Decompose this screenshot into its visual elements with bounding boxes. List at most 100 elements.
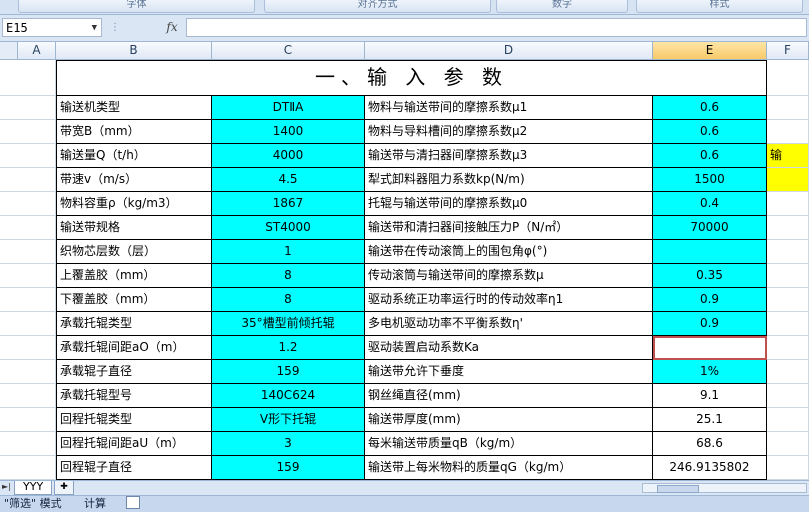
sheet-tab-yyy[interactable]: YYY (14, 481, 53, 495)
cell-a-13[interactable] (0, 384, 56, 408)
row-label-8[interactable]: 上覆盖胶（mm） (56, 264, 212, 288)
row-label-13[interactable]: 承载托辊型号 (56, 384, 212, 408)
param-value-2[interactable]: 0.6 (653, 120, 767, 144)
param-value-14[interactable]: 25.1 (653, 408, 767, 432)
formula-input[interactable] (186, 18, 807, 37)
param-label-3[interactable]: 输送带与清扫器间摩擦系数μ3 (365, 144, 653, 168)
cell-a-12[interactable] (0, 360, 56, 384)
cell-f-9[interactable] (767, 288, 809, 312)
cell-f-title[interactable] (767, 60, 809, 96)
cell-a-2[interactable] (0, 120, 56, 144)
cell-f-4[interactable] (767, 168, 809, 192)
param-label-9[interactable]: 驱动系统正功率运行时的传动效率η1 (365, 288, 653, 312)
cell-f-12[interactable] (767, 360, 809, 384)
column-header-a[interactable]: A (18, 42, 56, 60)
param-value-3[interactable]: 0.6 (653, 144, 767, 168)
row-value-16[interactable]: 159 (212, 456, 365, 480)
param-value-7[interactable] (653, 240, 767, 264)
chevron-down-icon[interactable]: ▼ (92, 19, 97, 38)
param-value-8[interactable]: 0.35 (653, 264, 767, 288)
param-value-11[interactable] (653, 336, 767, 360)
param-label-14[interactable]: 输送带厚度(mm) (365, 408, 653, 432)
ribbon-group-styles[interactable]: 样式 (636, 0, 803, 13)
row-value-4[interactable]: 4.5 (212, 168, 365, 192)
param-label-12[interactable]: 输送带允许下垂度 (365, 360, 653, 384)
cell-a-3[interactable] (0, 144, 56, 168)
param-label-6[interactable]: 输送带和清扫器间接触压力P（N/㎡） (365, 216, 653, 240)
param-value-5[interactable]: 0.4 (653, 192, 767, 216)
scrollbar-thumb[interactable] (657, 485, 699, 493)
param-value-9[interactable]: 0.9 (653, 288, 767, 312)
column-header-b[interactable]: B (56, 42, 212, 60)
row-value-6[interactable]: ST4000 (212, 216, 365, 240)
param-label-7[interactable]: 输送带在传动滚筒上的围包角φ(°) (365, 240, 653, 264)
splitter-icon[interactable]: ⋮ (110, 20, 120, 35)
param-label-10[interactable]: 多电机驱动功率不平衡系数η' (365, 312, 653, 336)
row-label-16[interactable]: 回程辊子直径 (56, 456, 212, 480)
cell-f-6[interactable] (767, 216, 809, 240)
param-label-1[interactable]: 物料与输送带间的摩擦系数μ1 (365, 96, 653, 120)
cell-a-10[interactable] (0, 312, 56, 336)
cell-f-11[interactable] (767, 336, 809, 360)
param-value-13[interactable]: 9.1 (653, 384, 767, 408)
row-label-14[interactable]: 回程托辊类型 (56, 408, 212, 432)
cell-f-7[interactable] (767, 240, 809, 264)
param-value-1[interactable]: 0.6 (653, 96, 767, 120)
tab-nav-icon[interactable]: ►| (2, 482, 11, 491)
cell-a-14[interactable] (0, 408, 56, 432)
cell-a-6[interactable] (0, 216, 56, 240)
row-label-12[interactable]: 承载辊子直径 (56, 360, 212, 384)
cell-a-1[interactable] (0, 96, 56, 120)
param-label-15[interactable]: 每米输送带质量qB（kg/m） (365, 432, 653, 456)
column-header-e[interactable]: E (653, 42, 767, 60)
ribbon-group-alignment[interactable]: 对齐方式 (264, 0, 491, 13)
cell-a-16[interactable] (0, 456, 56, 480)
param-value-15[interactable]: 68.6 (653, 432, 767, 456)
row-label-15[interactable]: 回程托辊间距aU（m） (56, 432, 212, 456)
param-label-4[interactable]: 犁式卸料器阻力系数kp(N/m) (365, 168, 653, 192)
column-header-d[interactable]: D (365, 42, 653, 60)
row-value-14[interactable]: V形下托辊 (212, 408, 365, 432)
macro-record-icon[interactable] (126, 496, 140, 509)
cell-f-3[interactable]: 输 (767, 144, 809, 168)
param-label-5[interactable]: 托辊与输送带间的摩擦系数μ0 (365, 192, 653, 216)
cell-f-8[interactable] (767, 264, 809, 288)
param-label-13[interactable]: 钢丝绳直径(mm) (365, 384, 653, 408)
new-sheet-icon[interactable]: ✚ (54, 481, 74, 495)
param-value-10[interactable]: 0.9 (653, 312, 767, 336)
param-label-8[interactable]: 传动滚筒与输送带间的摩擦系数μ (365, 264, 653, 288)
param-value-12[interactable]: 1% (653, 360, 767, 384)
row-label-10[interactable]: 承载托辊类型 (56, 312, 212, 336)
cell-a-11[interactable] (0, 336, 56, 360)
row-label-9[interactable]: 下覆盖胶（mm） (56, 288, 212, 312)
param-value-4[interactable]: 1500 (653, 168, 767, 192)
cell-f-14[interactable] (767, 408, 809, 432)
row-label-6[interactable]: 输送带规格 (56, 216, 212, 240)
row-value-8[interactable]: 8 (212, 264, 365, 288)
column-header-c[interactable]: C (212, 42, 365, 60)
row-value-10[interactable]: 35°槽型前倾托辊 (212, 312, 365, 336)
select-all-corner[interactable] (0, 42, 18, 60)
row-value-15[interactable]: 3 (212, 432, 365, 456)
table-title[interactable]: 一、输 入 参 数 (56, 60, 767, 96)
cell-a-title[interactable] (0, 60, 56, 96)
param-label-2[interactable]: 物料与导料槽间的摩擦系数μ2 (365, 120, 653, 144)
param-value-16[interactable]: 246.9135802 (653, 456, 767, 480)
row-label-3[interactable]: 输送量Q（t/h） (56, 144, 212, 168)
row-label-2[interactable]: 带宽B（mm） (56, 120, 212, 144)
cell-a-9[interactable] (0, 288, 56, 312)
row-label-4[interactable]: 带速v（m/s） (56, 168, 212, 192)
cell-f-16[interactable] (767, 456, 809, 480)
row-value-13[interactable]: 140C624 (212, 384, 365, 408)
row-value-5[interactable]: 1867 (212, 192, 365, 216)
row-value-9[interactable]: 8 (212, 288, 365, 312)
cell-f-1[interactable] (767, 96, 809, 120)
cell-a-8[interactable] (0, 264, 56, 288)
row-value-1[interactable]: DTⅡA (212, 96, 365, 120)
cell-a-5[interactable] (0, 192, 56, 216)
cell-f-2[interactable] (767, 120, 809, 144)
cell-a-4[interactable] (0, 168, 56, 192)
cell-f-13[interactable] (767, 384, 809, 408)
horizontal-scrollbar[interactable] (642, 483, 807, 493)
param-value-6[interactable]: 70000 (653, 216, 767, 240)
